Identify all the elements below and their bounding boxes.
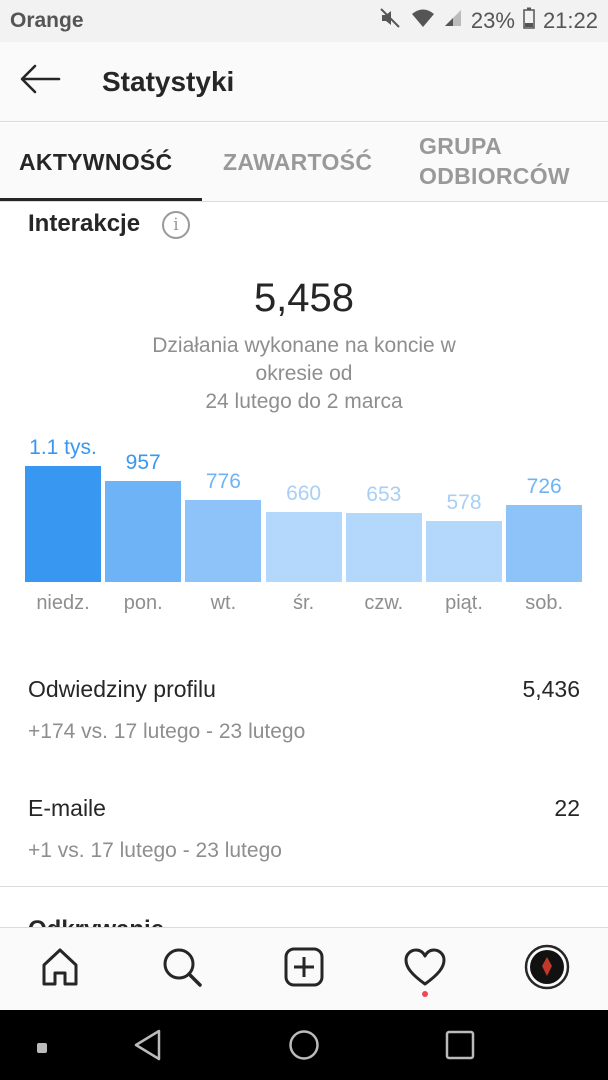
tab-content[interactable]: ZAWARTOŚĆ — [223, 147, 372, 177]
nav-profile-button[interactable] — [522, 944, 572, 994]
recent-dot-icon[interactable] — [37, 1040, 47, 1058]
section-title-interactions: Interakcje — [28, 210, 141, 237]
nav-new-post-button[interactable] — [279, 944, 329, 994]
status-bar: Orange 23% 21:22 — [0, 0, 608, 42]
mute-icon — [379, 7, 403, 35]
tab-audience-line1: GRUPA — [419, 133, 502, 159]
stat-label: E-maile — [28, 795, 106, 821]
description-line3: 24 lutego do 2 marca — [205, 390, 403, 413]
stat-row-profile-visits[interactable]: Odwiedziny profilu 5,436 +174 vs. 17 lut… — [28, 676, 580, 756]
app-header: Statystyki — [0, 42, 608, 122]
interactions-total: 5,458 — [253, 276, 355, 320]
chart-bar-2 — [185, 500, 262, 582]
interactions-bar-chart: 1.1 tys. niedz. 957 pon. 776 wt. 660 śr. 653 czw.… — [0, 420, 608, 630]
chart-value-label: 578 — [446, 491, 482, 515]
wifi-icon — [411, 8, 435, 34]
chart-value-label: 776 — [205, 470, 241, 494]
chart-day-label: pon. — [123, 592, 163, 614]
chart-day-label: piąt. — [445, 592, 483, 614]
chart-value-label: 653 — [366, 483, 402, 507]
description-line1: Działania wykonane na koncie w — [152, 334, 456, 357]
profile-avatar-icon — [524, 944, 570, 995]
chart-bar-4 — [345, 513, 422, 582]
nav-search-button[interactable] — [157, 944, 207, 994]
home-circle-icon[interactable] — [288, 1028, 320, 1067]
stat-comparison: +1 vs. 17 lutego - 23 lutego — [28, 839, 282, 862]
tab-audience[interactable]: GRUPA ODBIORCÓW — [419, 131, 570, 191]
chart-day-label: wt. — [210, 592, 237, 614]
search-icon — [160, 945, 204, 994]
stat-value: 5,436 — [522, 676, 580, 702]
home-icon — [38, 945, 82, 994]
chart-bar-1 — [105, 481, 182, 582]
overview-square-icon[interactable] — [444, 1028, 476, 1067]
clock: 21:22 — [542, 8, 598, 33]
tab-audience-line2: ODBIORCÓW — [419, 163, 570, 189]
stat-value: 22 — [554, 795, 580, 821]
chart-value-label: 1.1 tys. — [29, 436, 97, 459]
add-post-icon — [283, 946, 325, 993]
info-icon[interactable]: i — [162, 211, 190, 239]
battery-percent: 23% — [470, 8, 515, 33]
battery-icon — [523, 7, 535, 35]
chart-bar-3 — [265, 512, 342, 582]
chart-value-label: 660 — [286, 482, 322, 506]
description-line2: okresie od — [255, 362, 353, 385]
arrow-left-icon — [19, 63, 61, 100]
stat-row-emails[interactable]: E-maile 22 +1 vs. 17 lutego - 23 lutego — [28, 795, 580, 875]
page-title: Statystyki — [102, 65, 235, 97]
tab-bar: AKTYWNOŚĆ ZAWARTOŚĆ GRUPA ODBIORCÓW — [0, 123, 608, 202]
back-button[interactable] — [0, 42, 80, 122]
chart-value-label: 957 — [125, 451, 161, 475]
chart-bar-6 — [506, 505, 583, 582]
activity-heart-icon — [403, 947, 447, 992]
carrier-name: Orange — [10, 9, 84, 32]
stat-comparison: +174 vs. 17 lutego - 23 lutego — [28, 720, 306, 743]
back-triangle-icon[interactable] — [132, 1028, 164, 1067]
chart-bar-0 — [25, 466, 101, 582]
chart-day-label: śr. — [293, 592, 315, 614]
nav-home-button[interactable] — [35, 944, 85, 994]
bottom-navigation — [0, 927, 608, 1011]
tab-activity[interactable]: AKTYWNOŚĆ — [19, 147, 172, 177]
chart-day-label: niedz. — [36, 592, 90, 614]
chart-bar-5 — [426, 521, 502, 582]
interactions-description: Działania wykonane na koncie w okresie o… — [104, 332, 504, 416]
active-tab-indicator — [0, 198, 202, 201]
stat-label: Odwiedziny profilu — [28, 676, 216, 702]
section-divider — [0, 886, 608, 887]
nav-activity-button[interactable] — [400, 944, 450, 994]
chart-day-label: sob. — [525, 592, 564, 614]
chart-day-label: czw. — [364, 592, 404, 614]
signal-icon — [443, 8, 463, 34]
notification-dot — [422, 991, 428, 997]
chart-value-label: 726 — [526, 475, 562, 499]
android-nav-bar — [0, 1010, 608, 1080]
